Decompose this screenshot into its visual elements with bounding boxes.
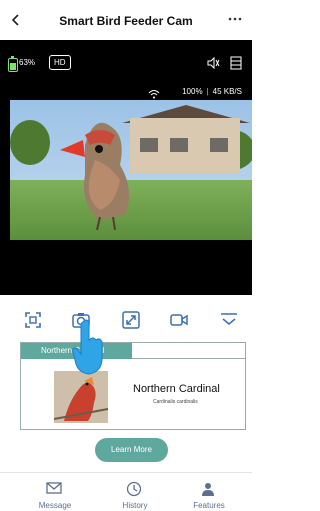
bird-result-card: Northern Cardinal Northern Cardinal Card… [20,342,246,430]
expand-arrows-icon[interactable] [122,311,140,329]
collapse-chevron-icon[interactable] [220,311,238,329]
page-title: Smart Bird Feeder Cam [59,14,193,28]
bird-thumbnail[interactable] [54,371,108,423]
battery-level: 63% [19,58,36,67]
fullscreen-icon[interactable] [24,311,42,329]
tree [10,120,50,165]
mail-icon [46,482,62,494]
hd-toggle-button[interactable]: HD [49,55,71,70]
battery-icon [8,56,18,72]
data-rate: 45 KB/S [212,87,242,96]
bottom-nav: Message History Features [0,473,252,511]
nav-history-label: History [122,501,148,510]
top-bar: Smart Bird Feeder Cam [0,0,252,40]
bird-common-name: Northern Cardinal [133,383,220,395]
tab-divider [132,358,245,359]
speaker-muted-icon[interactable] [206,56,220,75]
clock-icon [126,481,142,497]
camera-feed-image [10,100,252,240]
more-dots-icon[interactable] [228,9,242,25]
nav-message-label: Message [38,501,72,510]
bird-scientific-name: Cardinalis cardinalis [153,399,198,405]
hand-pointer-icon [71,318,105,376]
video-camera-icon[interactable] [170,311,188,329]
cardinal-bird [60,122,129,231]
camera-toolbar [0,303,252,337]
nav-features-label: Features [193,501,225,510]
connection-stats: 100% | 45 KB/S [182,87,242,96]
nav-message[interactable]: Message [20,473,90,511]
stats-divider: | [206,87,209,96]
nav-features[interactable]: Features [174,473,244,511]
wifi-strength: 100% [182,87,203,96]
person-icon [202,483,214,496]
stack-icon[interactable] [230,56,242,75]
nav-history[interactable]: History [100,473,170,511]
learn-more-button[interactable]: Learn More [95,438,168,462]
